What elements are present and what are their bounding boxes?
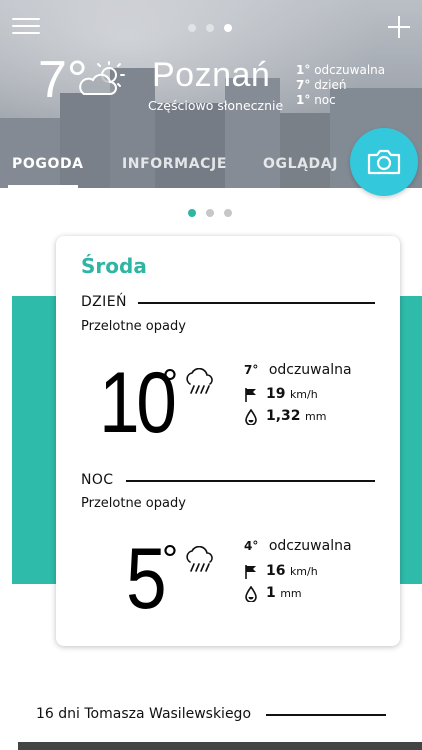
wind-flag-icon — [245, 565, 256, 579]
night-degree: ° — [162, 538, 178, 582]
divider — [126, 480, 375, 482]
night-feels-like: 4° odczuwalna — [244, 538, 352, 554]
day-wind: 19 km/h — [244, 386, 318, 402]
pager-dot — [224, 209, 232, 217]
menu-icon[interactable] — [12, 18, 40, 36]
news-thumbnail[interactable] — [18, 742, 422, 750]
night-heading: NOC — [81, 472, 114, 488]
night-precipitation: 1 mm — [244, 585, 302, 602]
summary-day: 7° dzień — [296, 78, 347, 92]
divider — [138, 302, 375, 304]
wind-flag-icon — [245, 388, 256, 402]
rain-cloud-icon — [186, 368, 213, 394]
rain-drop-icon — [245, 409, 257, 425]
day-feels-like: 7° odczuwalna — [244, 362, 352, 378]
active-tab-indicator — [8, 185, 78, 188]
day-heading: DZIEŃ — [81, 294, 127, 310]
tab-pogoda[interactable]: POGODA — [12, 156, 84, 172]
tab-informacje[interactable]: INFORMACJE — [122, 156, 227, 172]
page-dot-active — [224, 24, 232, 32]
news-section-title[interactable]: 16 dni Tomasza Wasilewskiego — [36, 706, 251, 722]
add-city-plus-icon[interactable] — [386, 14, 412, 40]
camera-button[interactable] — [350, 128, 418, 196]
city-page-indicator — [188, 24, 232, 32]
night-description: Przelotne opady — [81, 496, 186, 511]
day-degree: ° — [162, 362, 178, 406]
rain-drop-icon — [245, 586, 257, 602]
summary-feels: 1° odczuwalna — [296, 63, 386, 77]
today-summary: 1° odczuwalna 7° dzień 1° noc — [296, 63, 385, 108]
night-temperature: 5 — [126, 531, 167, 627]
day-description: Przelotne opady — [81, 319, 186, 334]
city-name: Poznań — [152, 56, 271, 94]
rain-cloud-icon — [186, 546, 213, 572]
partly-sunny-icon — [79, 61, 125, 95]
divider — [266, 714, 386, 716]
current-condition: Częściowo słonecznie — [148, 98, 284, 113]
day-name: Środa — [81, 254, 147, 278]
forecast-card[interactable]: Środa DZIEŃ Przelotne opady 10 ° 7° odcz… — [56, 236, 400, 646]
forecast-page-indicator — [188, 209, 232, 217]
tab-ogladaj[interactable]: OGLĄDAJ — [263, 156, 338, 172]
pager-dot-active — [188, 209, 196, 217]
camera-icon — [367, 149, 401, 175]
page-dot — [188, 24, 196, 32]
pager-dot — [206, 209, 214, 217]
page-dot — [206, 24, 214, 32]
day-precipitation: 1,32 mm — [244, 408, 326, 425]
summary-night: 1° noc — [296, 93, 336, 107]
night-wind: 16 km/h — [244, 563, 318, 579]
